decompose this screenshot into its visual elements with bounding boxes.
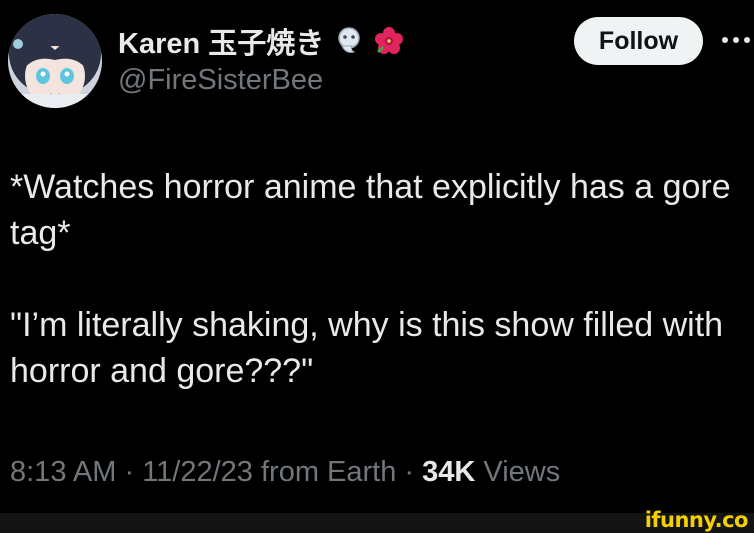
avatar-image bbox=[8, 14, 102, 108]
tweet-text: *Watches horror anime that explicitly ha… bbox=[10, 164, 745, 394]
avatar[interactable] bbox=[8, 14, 102, 108]
author-handle[interactable]: @FireSisterBee bbox=[118, 64, 323, 97]
tweet-date[interactable]: 11/22/23 bbox=[142, 456, 253, 488]
tweet-time[interactable]: 8:13 AM bbox=[10, 456, 116, 488]
author-name-text: Karen 玉子焼き bbox=[118, 28, 325, 60]
tweet-location: from Earth bbox=[252, 456, 397, 488]
tweet-card: Karen 玉子焼き @FireSisterBee Follow *Watche… bbox=[0, 0, 754, 513]
watermark-bar bbox=[0, 513, 754, 533]
ghost-badge-icon bbox=[334, 26, 364, 56]
views-count[interactable]: 34K bbox=[422, 456, 475, 488]
tweet-paragraph: *Watches horror anime that explicitly ha… bbox=[10, 168, 731, 252]
separator: · bbox=[116, 456, 143, 488]
hibiscus-flower-icon bbox=[374, 26, 404, 56]
tweet-paragraph: "I’m literally shaking, why is this show… bbox=[10, 306, 724, 390]
more-options-icon[interactable] bbox=[718, 22, 754, 58]
tweet-metadata: 8:13 AM · 11/22/23 from Earth · 34K View… bbox=[10, 456, 560, 489]
follow-button[interactable]: Follow bbox=[574, 17, 703, 65]
author-display-name[interactable]: Karen 玉子焼き bbox=[118, 20, 404, 62]
ifunny-watermark: ifunny.co bbox=[644, 508, 749, 532]
views-label: Views bbox=[475, 456, 561, 488]
separator: · bbox=[396, 456, 423, 488]
